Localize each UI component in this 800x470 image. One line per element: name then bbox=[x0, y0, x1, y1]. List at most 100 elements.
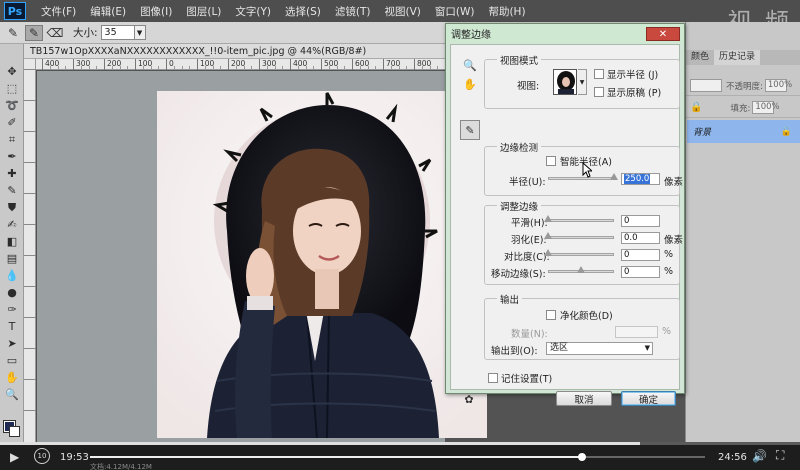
layer-filter-field[interactable] bbox=[690, 79, 722, 92]
menu-view[interactable]: 视图(V) bbox=[377, 4, 427, 19]
marquee-tool-icon[interactable]: ⬚ bbox=[3, 81, 21, 96]
healing-brush-tool-icon[interactable]: ✚ bbox=[3, 166, 21, 181]
fill-field[interactable]: 100% bbox=[752, 101, 780, 114]
preview-options-icon[interactable]: ✿ bbox=[460, 391, 478, 407]
output-to-select[interactable]: 选区 ▼ bbox=[546, 342, 653, 355]
lock-icon[interactable]: 🔒 bbox=[690, 102, 702, 113]
eraser-tool-icon[interactable]: ◧ bbox=[3, 234, 21, 249]
hand-tool-icon[interactable]: ✋ bbox=[3, 370, 21, 385]
erase-refinements-icon[interactable]: ⌫ bbox=[46, 25, 64, 41]
zoom-tool-icon[interactable]: 🔍 bbox=[3, 387, 21, 402]
output-group: 输出 净化颜色(D) 数量(N): % 输出到(O): 选区 ▼ bbox=[484, 292, 680, 360]
menu-edit[interactable]: 编辑(E) bbox=[83, 4, 133, 19]
shape-tool-icon[interactable]: ▭ bbox=[3, 353, 21, 368]
ruler-minor-tick bbox=[49, 66, 51, 69]
decontaminate-checkbox[interactable] bbox=[546, 310, 556, 320]
canvas-workspace[interactable] bbox=[37, 71, 487, 442]
ruler-minor-tick bbox=[111, 66, 113, 69]
history-brush-tool-icon[interactable]: ✍ bbox=[3, 217, 21, 232]
cancel-button[interactable]: 取消 bbox=[556, 391, 612, 406]
shift-edge-slider-handle[interactable] bbox=[577, 266, 585, 273]
type-tool-icon[interactable]: T bbox=[3, 319, 21, 334]
hand-icon[interactable]: ✋ bbox=[461, 76, 479, 92]
ok-button[interactable]: 确定 bbox=[621, 391, 676, 406]
rewind-10-icon[interactable]: 10 bbox=[34, 448, 50, 464]
zoom-icon[interactable]: 🔍 bbox=[461, 57, 479, 73]
feather-slider-handle[interactable] bbox=[544, 232, 552, 239]
menu-filter[interactable]: 滤镜(T) bbox=[328, 4, 378, 19]
smooth-slider[interactable] bbox=[548, 219, 614, 222]
play-icon[interactable]: ▶ bbox=[10, 450, 19, 464]
brush-size-field[interactable]: 35 bbox=[100, 25, 135, 40]
radius-field[interactable]: 250.0 bbox=[621, 173, 660, 185]
layer-lock-icon: 🔒 bbox=[780, 126, 792, 137]
dialog-title: 调整边缘 bbox=[451, 30, 491, 41]
menu-layer[interactable]: 图层(L) bbox=[179, 4, 228, 19]
tab-history[interactable]: 历史记录 bbox=[714, 50, 761, 65]
ruler-vertical-tick bbox=[24, 193, 36, 194]
remember-settings-checkbox[interactable] bbox=[488, 373, 498, 383]
background-color-swatch[interactable] bbox=[9, 426, 20, 437]
ruler-vertical-tick bbox=[24, 131, 36, 132]
crop-tool-icon[interactable]: ⌗ bbox=[3, 132, 21, 147]
menu-image[interactable]: 图像(I) bbox=[133, 4, 179, 19]
smooth-slider-handle[interactable] bbox=[544, 215, 552, 222]
brush-preset-icon[interactable]: ✎ bbox=[4, 25, 22, 41]
chevron-down-icon[interactable]: ▼ bbox=[578, 69, 587, 95]
video-progress-strip[interactable] bbox=[0, 442, 800, 445]
lasso-tool-icon[interactable]: ➰ bbox=[3, 98, 21, 113]
gradient-tool-icon[interactable]: ▤ bbox=[3, 251, 21, 266]
radius-slider-handle[interactable] bbox=[610, 173, 618, 180]
smooth-field[interactable]: 0 bbox=[621, 215, 660, 227]
feather-slider[interactable] bbox=[548, 236, 614, 239]
refine-radius-brush-icon[interactable]: ✎ bbox=[460, 120, 480, 140]
refine-radius-tool-icon[interactable]: ✎ bbox=[25, 24, 43, 41]
feather-field[interactable]: 0.0 bbox=[621, 232, 660, 244]
video-seek-bar[interactable] bbox=[90, 453, 705, 461]
menu-window[interactable]: 窗口(W) bbox=[428, 4, 482, 19]
ruler-minor-tick bbox=[181, 66, 183, 69]
ruler-minor-tick bbox=[274, 66, 276, 69]
chevron-down-icon[interactable]: ▼ bbox=[134, 25, 146, 40]
document-tab[interactable]: TB157w1OpXXXXaNXXXXXXXXXXXX_!!0-item_pic… bbox=[24, 44, 445, 59]
ruler-minor-tick bbox=[204, 66, 206, 69]
clone-stamp-tool-icon[interactable]: ⛊ bbox=[3, 200, 21, 215]
photo-canvas[interactable] bbox=[157, 91, 487, 438]
adjust-edge-title: 调整边缘 bbox=[497, 199, 542, 213]
show-radius-checkbox[interactable] bbox=[594, 69, 604, 79]
path-selection-tool-icon[interactable]: ➤ bbox=[3, 336, 21, 351]
volume-icon[interactable]: 🔊 bbox=[752, 449, 767, 463]
contrast-slider[interactable] bbox=[548, 253, 614, 256]
radius-slider[interactable] bbox=[548, 177, 614, 180]
menu-file[interactable]: 文件(F) bbox=[34, 4, 83, 19]
smart-radius-checkbox[interactable] bbox=[546, 156, 556, 166]
move-tool-icon[interactable]: ✥ bbox=[3, 64, 21, 79]
radius-unit: 像素 bbox=[664, 177, 684, 188]
dodge-tool-icon[interactable]: ● bbox=[3, 285, 21, 300]
view-label: 视图: bbox=[517, 81, 540, 92]
tab-color[interactable]: 颜色 bbox=[686, 50, 714, 65]
shift-edge-field[interactable]: 0 bbox=[621, 266, 660, 278]
pen-tool-icon[interactable]: ✑ bbox=[3, 302, 21, 317]
opacity-field[interactable]: 100% bbox=[764, 79, 792, 92]
seek-bar-handle[interactable] bbox=[578, 453, 586, 461]
brush-tool-icon[interactable]: ✎ bbox=[3, 183, 21, 198]
show-original-checkbox[interactable] bbox=[594, 87, 604, 97]
fullscreen-icon[interactable]: ⛶ bbox=[776, 448, 784, 463]
menu-select[interactable]: 选择(S) bbox=[278, 4, 328, 19]
dialog-close-button[interactable]: ✕ bbox=[646, 27, 680, 41]
eyedropper-tool-icon[interactable]: ✒ bbox=[3, 149, 21, 164]
smooth-label: 平滑(H): bbox=[511, 218, 548, 229]
contrast-slider-handle[interactable] bbox=[544, 249, 552, 256]
dialog-title-bar[interactable]: 调整边缘 ✕ bbox=[446, 24, 684, 43]
menu-help[interactable]: 帮助(H) bbox=[481, 4, 532, 19]
menu-type[interactable]: 文字(Y) bbox=[228, 4, 278, 19]
ruler-vertical-tick bbox=[24, 162, 36, 163]
view-preview-thumbnail[interactable] bbox=[553, 69, 577, 95]
ruler-minor-tick bbox=[429, 66, 431, 69]
contrast-field[interactable]: 0 bbox=[621, 249, 660, 261]
ruler-vertical-tick bbox=[24, 410, 36, 411]
blur-tool-icon[interactable]: 💧 bbox=[3, 268, 21, 283]
layer-background[interactable]: 背景 🔒 bbox=[687, 120, 800, 143]
quick-selection-tool-icon[interactable]: ✐ bbox=[3, 115, 21, 130]
